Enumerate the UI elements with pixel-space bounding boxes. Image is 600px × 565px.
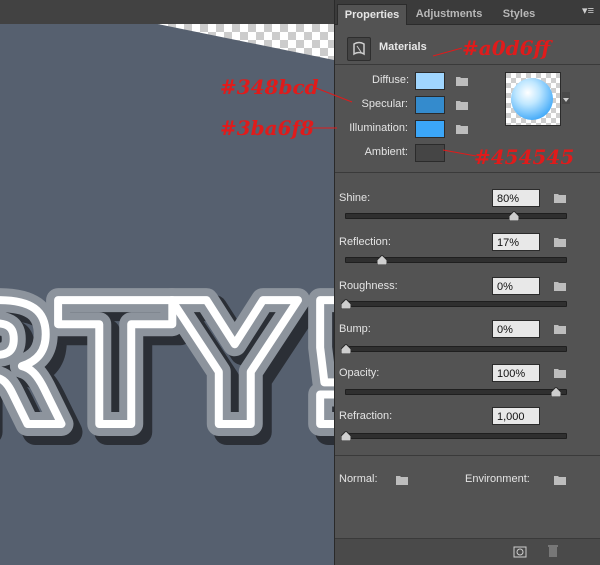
shine-label: Shine: [339, 192, 371, 204]
opacity-slider-thumb[interactable] [550, 384, 562, 398]
shine-input[interactable]: 80% [492, 189, 540, 207]
reflection-folder-icon[interactable] [553, 236, 567, 247]
environment-label: Environment: [465, 473, 530, 485]
illumination-color-annotation: #3ba6f8 [220, 116, 315, 140]
trash-icon[interactable] [547, 544, 559, 558]
environment-folder-icon[interactable] [553, 474, 567, 485]
divider [335, 172, 600, 173]
specular-swatch[interactable] [415, 96, 445, 114]
reflection-slider[interactable] [345, 254, 567, 266]
reflection-slider-thumb[interactable] [376, 252, 388, 266]
refraction-label: Refraction: [339, 410, 393, 422]
diffuse-color-annotation: #a0d6ff [462, 36, 551, 60]
ambient-label: Ambient: [364, 146, 408, 158]
shine-folder-icon[interactable] [553, 192, 567, 203]
illumination-label: Illumination: [349, 122, 408, 134]
tab-styles[interactable]: Styles [495, 4, 543, 24]
refraction-slider[interactable] [340, 430, 567, 442]
properties-panel: Properties Adjustments Styles ▾≡ Materia… [334, 0, 600, 565]
divider [335, 455, 600, 456]
bump-label: Bump: [339, 323, 371, 335]
diffuse-swatch[interactable] [415, 72, 445, 90]
materials-icon [347, 37, 371, 61]
panel-menu-icon[interactable]: ▾≡ [582, 4, 594, 17]
opacity-label: Opacity: [339, 367, 380, 379]
ambient-color-annotation: #454545 [474, 145, 575, 169]
specular-color-annotation: #348bcd [220, 75, 319, 99]
new-material-icon[interactable] [513, 545, 527, 558]
panel-tab-bar: Properties Adjustments Styles ▾≡ [335, 0, 600, 25]
materials-title: Materials [379, 41, 427, 53]
ambient-swatch[interactable] [415, 144, 445, 162]
bump-folder-icon[interactable] [553, 323, 567, 334]
divider [335, 64, 600, 65]
normal-folder-icon[interactable] [395, 474, 409, 485]
specular-label: Specular: [361, 98, 408, 110]
illumination-folder-icon[interactable] [455, 123, 469, 134]
roughness-folder-icon[interactable] [553, 280, 567, 291]
roughness-input[interactable]: 0% [492, 277, 540, 295]
opacity-folder-icon[interactable] [553, 367, 567, 378]
normal-label: Normal: [339, 473, 378, 485]
roughness-slider[interactable] [340, 298, 567, 310]
refraction-input[interactable]: 1,000 [492, 407, 540, 425]
material-preview[interactable] [505, 72, 561, 126]
bump-input[interactable]: 0% [492, 320, 540, 338]
reflection-label: Reflection: [339, 236, 391, 248]
bump-slider[interactable] [340, 343, 567, 355]
shine-slider[interactable] [345, 210, 567, 222]
reflection-input[interactable]: 17% [492, 233, 540, 251]
tab-properties[interactable]: Properties [337, 4, 407, 25]
refraction-slider-thumb[interactable] [340, 428, 352, 442]
canvas-text: RTY! [0, 267, 334, 465]
diffuse-folder-icon[interactable] [455, 75, 469, 86]
shine-slider-thumb[interactable] [508, 208, 520, 222]
opacity-slider[interactable] [345, 386, 567, 398]
tab-adjustments[interactable]: Adjustments [411, 4, 487, 24]
roughness-slider-thumb[interactable] [340, 296, 352, 310]
opacity-input[interactable]: 100% [492, 364, 540, 382]
preview-menu-arrow-icon[interactable] [562, 92, 570, 104]
diffuse-label: Diffuse: [372, 74, 410, 86]
bump-slider-thumb[interactable] [340, 341, 352, 355]
roughness-label: Roughness: [339, 280, 398, 292]
panel-footer [335, 538, 600, 565]
illumination-swatch[interactable] [415, 120, 445, 138]
specular-folder-icon[interactable] [455, 99, 469, 110]
